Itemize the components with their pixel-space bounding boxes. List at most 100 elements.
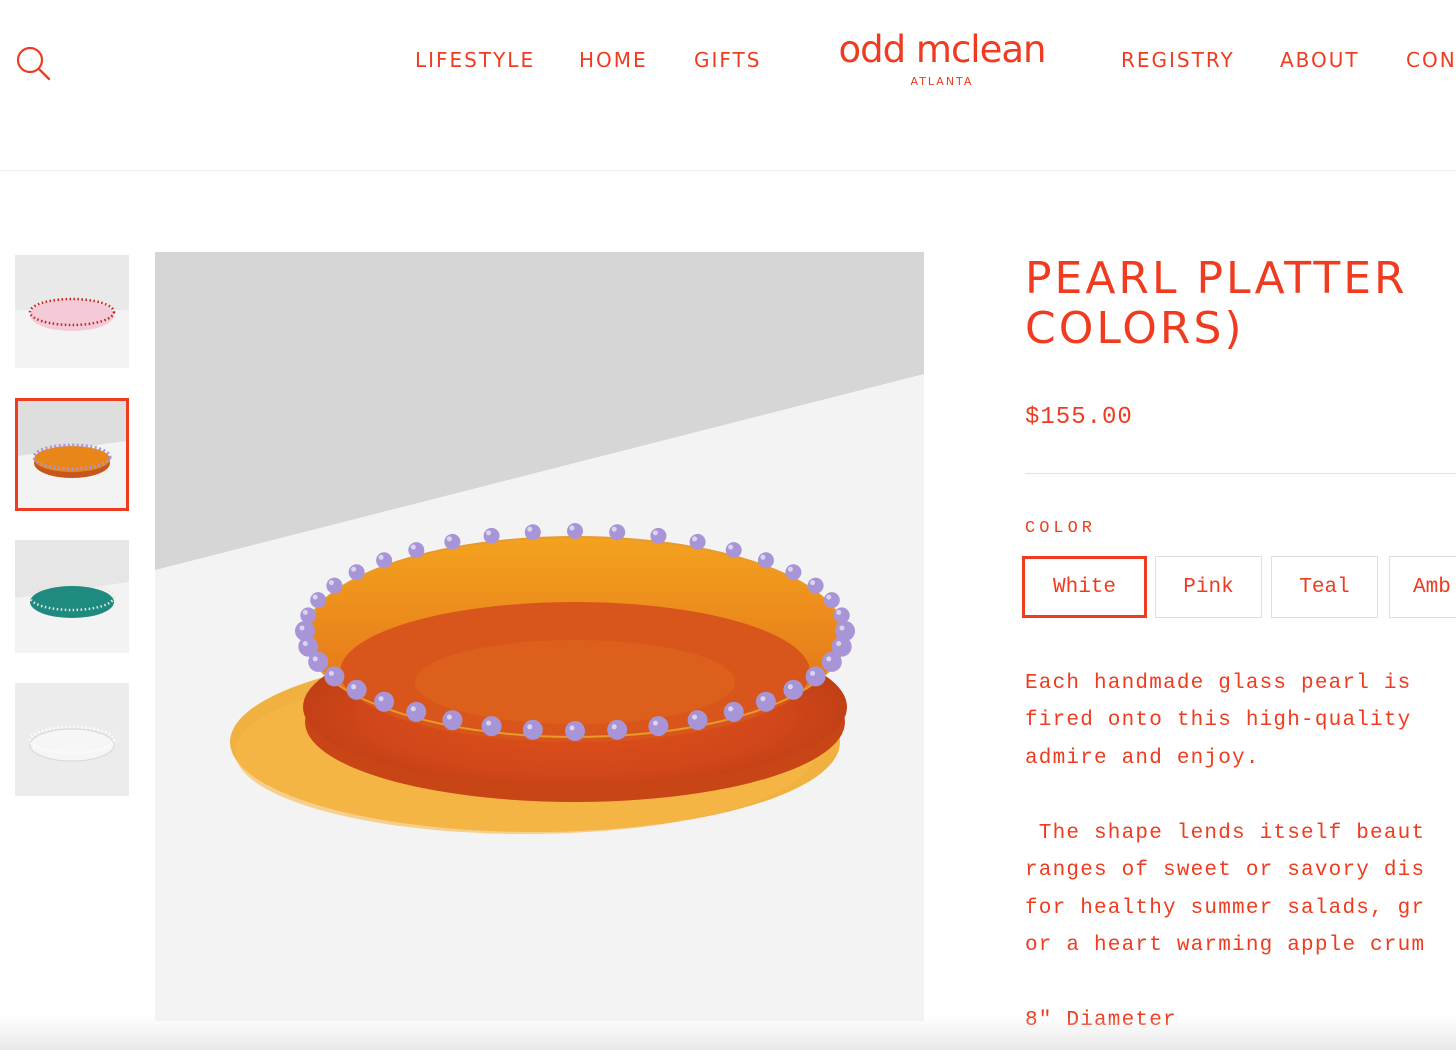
product-price: $155.00 — [1025, 404, 1133, 431]
pearl-bead — [300, 607, 317, 624]
product-diameter: 8" Diameter — [1025, 1009, 1177, 1032]
pearl-bead-highlight — [446, 536, 452, 542]
pearl-bead — [374, 691, 395, 712]
pearl-bead-highlight — [692, 714, 698, 720]
pearl-bead — [442, 710, 463, 731]
product-main-image[interactable] — [155, 252, 924, 1021]
pearl-bead — [324, 666, 345, 687]
product-title: PEARL PLATTER COLORS) — [1025, 254, 1456, 354]
pearl-bead — [650, 527, 667, 544]
pearl-bead-highlight — [312, 594, 318, 600]
pearl-bead — [783, 679, 804, 700]
bottom-fade — [0, 1016, 1456, 1050]
pearl-bead — [522, 719, 543, 740]
color-option-pink[interactable]: Pink — [1155, 556, 1262, 618]
pearl-bead-highlight — [611, 724, 617, 730]
pearl-bead — [444, 533, 461, 550]
description-line: The shape lends itself beaut — [1025, 822, 1426, 845]
pearl-bead-highlight — [826, 594, 832, 600]
logo-location: ATLANTA — [910, 75, 974, 88]
description-line: ranges of sweet or savory dis — [1025, 859, 1426, 882]
amber-platter-thumbnail[interactable] — [15, 398, 129, 511]
pearl-bead-highlight — [692, 536, 698, 542]
clear-platter-thumbnail[interactable] — [15, 683, 129, 796]
pearl-bead-highlight — [760, 554, 766, 560]
pearl-bead-highlight — [302, 641, 308, 647]
pearl-bead — [483, 527, 500, 544]
pearl-bead — [833, 607, 850, 624]
divider — [1025, 473, 1456, 474]
pearl-bead — [346, 679, 367, 700]
pearl-bead-highlight — [351, 566, 357, 572]
color-option-white[interactable]: White — [1022, 556, 1147, 618]
pearl-bead-highlight — [569, 725, 575, 731]
pearl-bead-highlight — [728, 544, 734, 550]
pearl-bead — [326, 577, 343, 594]
pearl-bead-highlight — [351, 684, 357, 690]
pearl-bead-highlight — [410, 544, 416, 550]
nav-gifts[interactable]: GIFTS — [694, 48, 761, 72]
pearl-bead-highlight — [378, 696, 384, 702]
pearl-bead-highlight — [611, 526, 617, 532]
pearl-bead-highlight — [302, 609, 308, 615]
product-title-line-2: COLORS) — [1025, 303, 1245, 354]
pearl-bead-highlight — [810, 670, 816, 676]
nav-lifestyle[interactable]: LIFESTYLE — [415, 48, 535, 72]
color-option-amber[interactable]: Amb — [1389, 556, 1456, 618]
pearl-bead-highlight — [652, 530, 658, 536]
pearl-bead-highlight — [328, 670, 334, 676]
pearl-bead — [567, 523, 583, 539]
pearl-bead-highlight — [787, 566, 793, 572]
pearl-bead — [823, 592, 840, 609]
pearl-bead — [348, 564, 365, 581]
pearl-bead — [757, 552, 774, 569]
site-logo[interactable]: odd mclean ATLANTA — [834, 28, 1050, 88]
pearl-bead — [805, 666, 826, 687]
pearl-bead — [785, 564, 802, 581]
nav-home[interactable]: HOME — [579, 48, 648, 72]
pearl-bead — [607, 719, 628, 740]
description-line: admire and enjoy. — [1025, 747, 1260, 770]
pearl-bead — [648, 716, 669, 737]
pearl-bead — [481, 716, 502, 737]
pearl-bead-highlight — [486, 530, 492, 536]
pearl-bead — [807, 577, 824, 594]
nav-contact[interactable]: CON — [1406, 48, 1456, 72]
pearl-bead-highlight — [527, 526, 533, 532]
pearl-bead — [609, 524, 626, 541]
pearl-bead-highlight — [378, 554, 384, 560]
pearl-bead-highlight — [312, 656, 318, 662]
teal-platter-thumbnail[interactable] — [15, 540, 129, 653]
pearl-bead-highlight — [728, 706, 734, 712]
pearl-bead — [524, 524, 541, 541]
pearl-bead — [406, 701, 427, 722]
pearl-bead-highlight — [760, 696, 766, 702]
pearl-bead — [725, 542, 742, 559]
pearl-bead-highlight — [839, 625, 845, 631]
pearl-bead — [376, 552, 393, 569]
description-line: for healthy summer salads, gr — [1025, 897, 1426, 920]
description-line: fired onto this high-quality — [1025, 709, 1412, 732]
pearl-bead — [408, 542, 425, 559]
nav-about[interactable]: ABOUT — [1280, 48, 1360, 72]
description-line: Each handmade glass pearl is — [1025, 672, 1412, 695]
pearl-bead — [310, 592, 327, 609]
pearl-bead-highlight — [569, 525, 575, 531]
color-option-teal[interactable]: Teal — [1271, 556, 1378, 618]
pearl-bead-highlight — [527, 724, 533, 730]
pearl-bead-highlight — [810, 580, 816, 586]
description-line: or a heart warming apple crum — [1025, 934, 1426, 957]
pearl-bead-highlight — [836, 641, 842, 647]
pearl-bead — [723, 701, 744, 722]
pearl-bead-highlight — [299, 625, 305, 631]
pearl-bead-highlight — [446, 714, 452, 720]
pearl-bead-highlight — [652, 720, 658, 726]
pearl-bead-highlight — [410, 706, 416, 712]
nav-registry[interactable]: REGISTRY — [1121, 48, 1235, 72]
pearl-bead-highlight — [486, 720, 492, 726]
search-icon[interactable] — [14, 44, 52, 82]
pearl-bead — [755, 691, 776, 712]
pearl-bead-highlight — [836, 609, 842, 615]
pearl-bead — [308, 651, 329, 672]
pink-platter-thumbnail[interactable] — [15, 255, 129, 368]
